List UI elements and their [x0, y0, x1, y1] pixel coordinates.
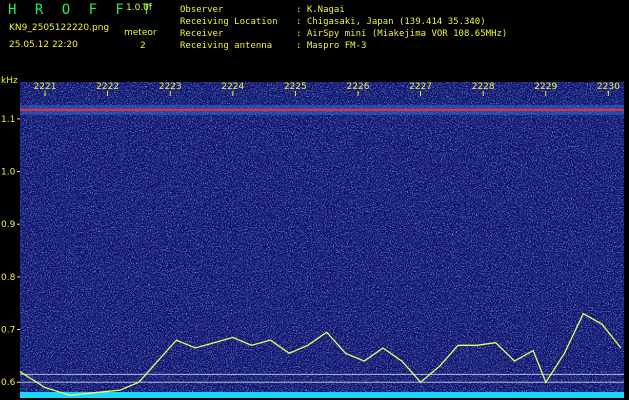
y-axis-label: kHz: [1, 76, 18, 86]
x-tick-label: 2230: [597, 82, 620, 92]
x-tick-label: 2228: [472, 82, 495, 92]
y-tick-label: 0.9: [1, 220, 16, 230]
y-tick-label: 0.6: [1, 378, 16, 388]
spectrogram-chart: 2221 2222 2223 2224 2225 2226 2227 2228 2229 2230…: [1, 76, 624, 398]
y-tick-label: 1.0: [1, 168, 16, 178]
y-tick-label: 1.1: [1, 115, 15, 125]
x-tick-label: 2227: [409, 82, 432, 92]
x-tick-label: 2226: [347, 82, 370, 92]
hroft-window: H R O F F T 1.0.0f KN9_2505122220.png 25…: [0, 0, 629, 400]
baseline-band: [20, 392, 624, 398]
y-tick-label: 0.8: [1, 273, 16, 283]
x-tick-label: 2222: [96, 82, 119, 92]
x-tick-label: 2224: [221, 82, 244, 92]
x-tick-label: 2223: [159, 82, 182, 92]
x-tick-label: 2229: [534, 82, 557, 92]
y-tick-label: 0.7: [1, 326, 15, 336]
x-tick-label: 2225: [284, 82, 307, 92]
x-tick-label: 2221: [34, 82, 57, 92]
